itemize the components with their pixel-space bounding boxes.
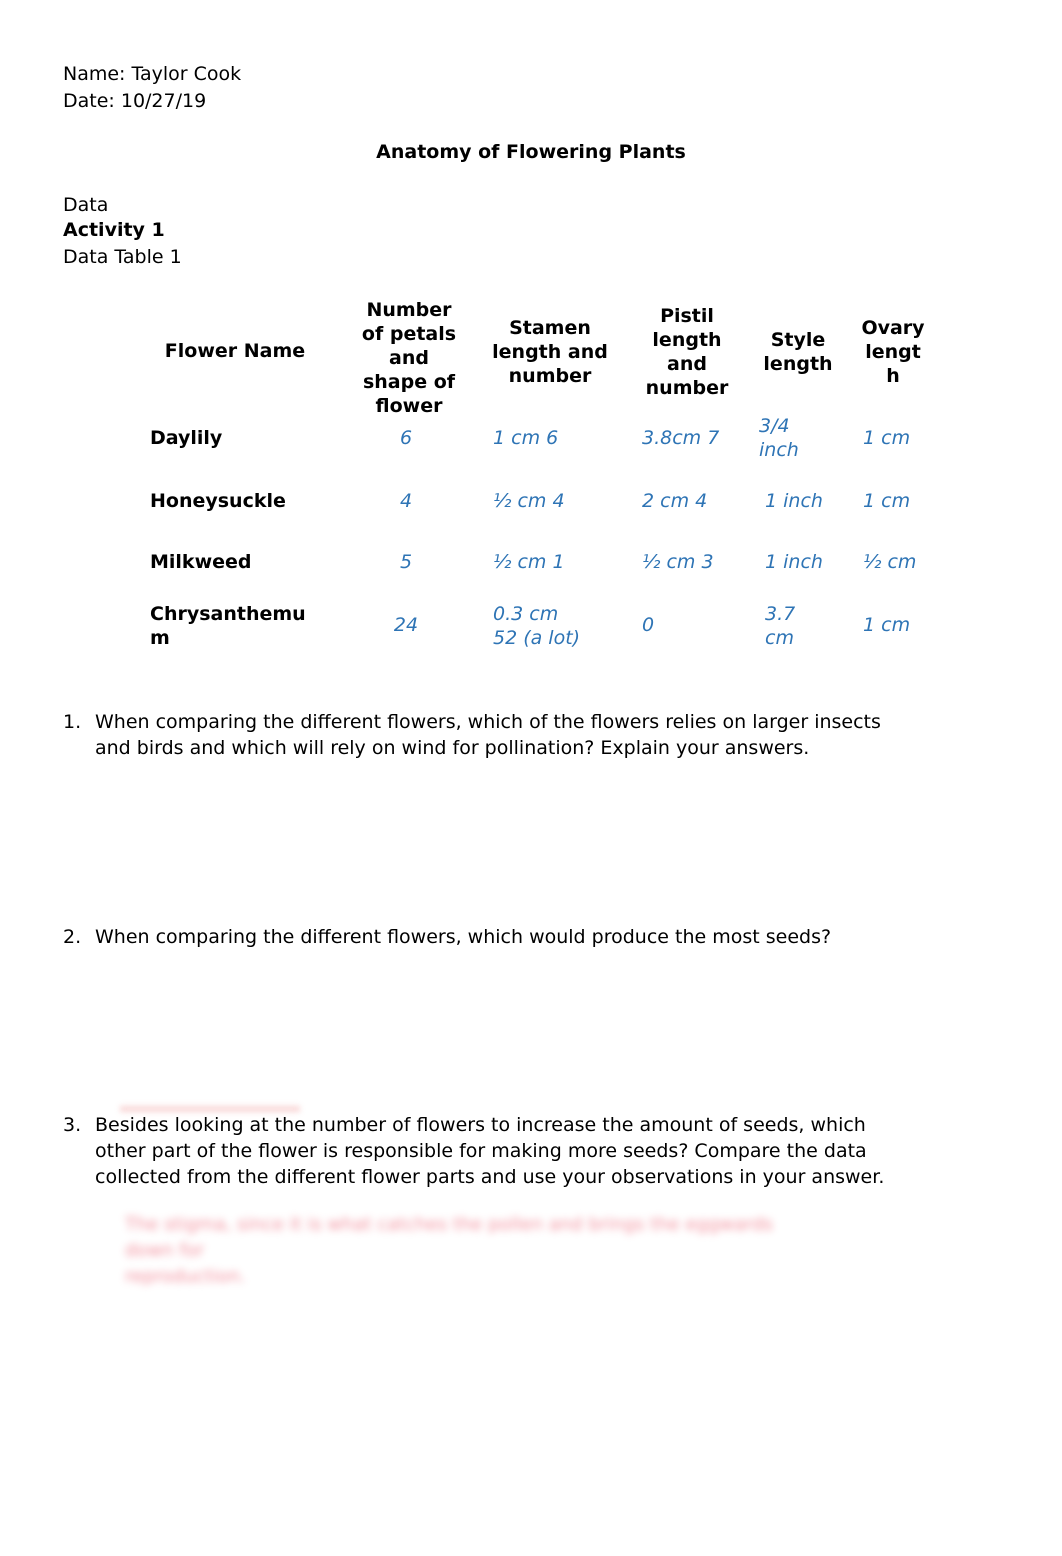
cell-style: 1 inch xyxy=(765,551,823,573)
cell-ovary: 1 cm xyxy=(863,427,911,449)
blurred-answer: The stigma, since it is what catches the… xyxy=(125,1214,773,1287)
question-text: Besides looking at the number of flowers… xyxy=(95,1114,885,1188)
question-text: When comparing the different flowers, wh… xyxy=(95,711,881,759)
row-name: Milkweed xyxy=(150,551,252,573)
cell-pistil: 0 xyxy=(642,614,655,636)
cell-petals: 24 xyxy=(393,614,419,636)
cell-petals: 4 xyxy=(399,490,413,512)
cell-ovary: ½ cm xyxy=(863,551,917,573)
header-ovary: Ovary lengt h xyxy=(861,317,925,387)
cell-ovary: 1 cm xyxy=(863,490,911,512)
question-1: 1. When comparing the different flowers,… xyxy=(63,709,983,761)
row-name: Daylily xyxy=(150,427,223,449)
cell-pistil: ½ cm 3 xyxy=(642,551,714,573)
row-name: Chrysanthemu m xyxy=(150,603,306,649)
header-pistil: Pistil length and number xyxy=(645,305,729,399)
cell-petals: 5 xyxy=(399,551,413,573)
question-number: 1. xyxy=(63,711,82,733)
cell-stamen: 0.3 cm 52 (a lot) xyxy=(493,603,581,649)
question-number: 2. xyxy=(63,926,82,948)
activity-heading: Activity 1 xyxy=(63,219,165,241)
question-text: When comparing the different flowers, wh… xyxy=(95,926,832,948)
question-number: 3. xyxy=(63,1114,82,1136)
cell-stamen: 1 cm 6 xyxy=(493,427,559,449)
cell-style: 1 inch xyxy=(765,490,823,512)
cell-pistil: 3.8cm 7 xyxy=(642,427,720,449)
cell-ovary: 1 cm xyxy=(863,614,911,636)
cell-stamen: ½ cm 4 xyxy=(493,490,565,512)
cell-petals: 6 xyxy=(399,427,413,449)
student-name: Name: Taylor Cook xyxy=(63,63,242,85)
cell-style: 3.7 cm xyxy=(765,603,796,649)
date: Date: 10/27/19 xyxy=(63,90,207,112)
header-petals: Number of petals and shape of flower xyxy=(361,299,457,417)
header-stamen: Stamen length and number xyxy=(492,317,608,387)
table-caption: Data Table 1 xyxy=(63,246,182,268)
cell-style: 3/4 inch xyxy=(759,415,799,461)
cell-stamen: ½ cm 1 xyxy=(493,551,565,573)
header-style: Style length xyxy=(763,329,833,375)
header-flower-name: Flower Name xyxy=(164,340,306,362)
page-title: Anatomy of Flowering Plants xyxy=(376,141,686,163)
question-3: 3. Besides looking at the number of flow… xyxy=(63,1112,983,1190)
section-data-label: Data xyxy=(63,194,109,216)
row-name: Honeysuckle xyxy=(150,490,286,512)
cell-pistil: 2 cm 4 xyxy=(642,490,708,512)
question-2: 2. When comparing the different flowers,… xyxy=(63,924,983,950)
